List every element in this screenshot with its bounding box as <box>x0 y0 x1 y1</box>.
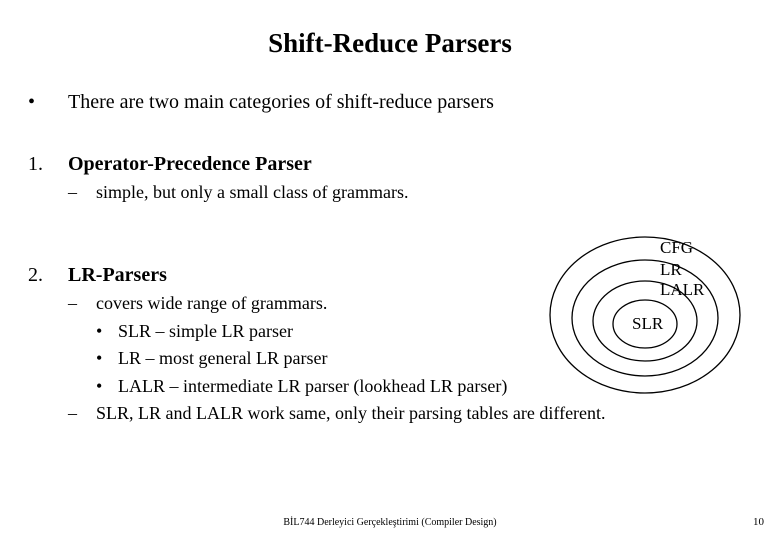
section2-pt1: SLR – simple LR parser <box>118 320 293 343</box>
bullet-icon: • <box>96 375 118 398</box>
concentric-diagram: CFG LR LALR SLR <box>540 230 750 400</box>
dash-icon: – <box>68 181 96 204</box>
dash-icon: – <box>68 402 96 425</box>
section2-pt2: LR – most general LR parser <box>118 347 327 370</box>
section2-sub2: SLR, LR and LALR work same, only their p… <box>96 402 606 425</box>
spacer <box>28 119 752 151</box>
dash-icon: – <box>68 292 96 315</box>
section2-pt3: LALR – intermediate LR parser (lookhead … <box>118 375 507 398</box>
slide: Shift-Reduce Parsers • There are two mai… <box>0 0 780 540</box>
intro-text: There are two main categories of shift-r… <box>68 89 752 115</box>
section2-num: 2. <box>28 262 68 288</box>
section1-heading: Operator-Precedence Parser <box>68 151 752 177</box>
section2-sub1: covers wide range of grammars. <box>96 292 327 315</box>
page-number: 10 <box>753 516 764 528</box>
diagram-label-lr: LR <box>660 260 682 280</box>
diagram-label-lalr: LALR <box>660 280 704 300</box>
intro-row: • There are two main categories of shift… <box>28 89 752 115</box>
section1-sub-row: – simple, but only a small class of gram… <box>28 181 752 204</box>
footer-center: BİL744 Derleyici Gerçekleştirimi (Compil… <box>0 517 780 528</box>
section2-sub2-row: – SLR, LR and LALR work same, only their… <box>28 402 752 425</box>
section1-row: 1. Operator-Precedence Parser <box>28 151 752 177</box>
diagram-label-cfg: CFG <box>660 238 693 258</box>
bullet-icon: • <box>28 89 68 115</box>
diagram-label-slr: SLR <box>632 314 663 334</box>
bullet-icon: • <box>96 320 118 343</box>
slide-title: Shift-Reduce Parsers <box>28 28 752 59</box>
bullet-icon: • <box>96 347 118 370</box>
section1-sub: simple, but only a small class of gramma… <box>96 181 408 204</box>
section1-num: 1. <box>28 151 68 177</box>
